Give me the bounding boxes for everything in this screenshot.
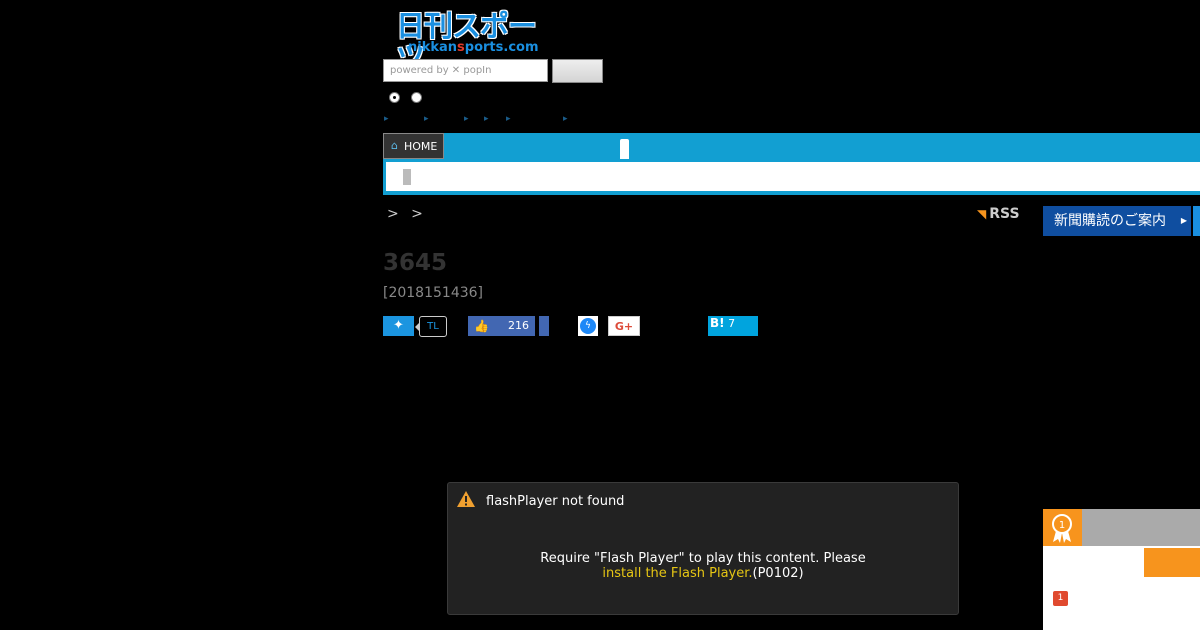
site-logo[interactable]: 日刊スポーツ nikkansports.com xyxy=(396,10,552,74)
award-ribbon-icon: 1 xyxy=(1052,514,1072,543)
hatena-bookmark-button[interactable]: B! 7 xyxy=(708,316,758,336)
nav-marker: ▸ xyxy=(484,114,489,124)
hatena-icon: B! xyxy=(710,316,725,330)
nav-home-tab[interactable]: ⌂ HOME xyxy=(383,133,444,159)
flash-error-dialog: flashPlayer not found Require "Flash Pla… xyxy=(447,482,959,615)
install-flash-link[interactable]: install the Flash Player. xyxy=(602,566,752,581)
ranking-header: 1 xyxy=(1043,509,1082,546)
flash-dialog-title: flashPlayer not found xyxy=(486,494,625,509)
rss-link[interactable]: ◥ RSS xyxy=(977,205,1020,223)
twitter-bird-icon: ✦ xyxy=(393,318,404,333)
nav-home-label: HOME xyxy=(404,140,438,153)
facebook-like-count: 216 xyxy=(508,319,529,332)
article-date: [2018151436] xyxy=(383,285,483,301)
rss-icon: ◥ xyxy=(977,207,987,221)
breadcrumb[interactable]: > > xyxy=(387,205,427,223)
facebook-like-button[interactable]: 👍 216 xyxy=(468,316,535,336)
search-button[interactable] xyxy=(552,59,603,83)
flash-dialog-message: Require "Flash Player" to play this cont… xyxy=(448,551,958,581)
subscription-side-button[interactable] xyxy=(1193,206,1200,236)
nav-marker: ▸ xyxy=(424,114,429,124)
search-input[interactable]: powered by ✕ popIn xyxy=(383,59,548,82)
twitter-count[interactable]: TL xyxy=(415,316,447,337)
article-title: 3645 xyxy=(383,250,448,276)
googleplus-share-button[interactable]: G+ xyxy=(608,316,640,336)
nav-marker: ▸ xyxy=(506,114,511,124)
sub-nav-marker xyxy=(403,169,411,185)
home-icon: ⌂ xyxy=(391,139,398,152)
ranking-tab-active[interactable] xyxy=(1144,548,1200,577)
flash-message-text: Require "Flash Player" to play this cont… xyxy=(540,551,866,566)
thumbs-up-icon: 👍 xyxy=(474,319,489,333)
ranking-tabs[interactable] xyxy=(1082,509,1200,546)
nav-marker: ▸ xyxy=(563,114,568,124)
facebook-share-button[interactable] xyxy=(539,316,549,336)
search-scope-radio-web[interactable] xyxy=(411,92,422,103)
svg-text:1: 1 xyxy=(1059,520,1065,531)
search-scope-radio-site[interactable] xyxy=(389,92,400,103)
main-nav-bar xyxy=(383,133,1200,159)
nav-marker: ▸ xyxy=(384,114,389,124)
hatena-count: 7 xyxy=(728,317,736,330)
warning-icon xyxy=(457,491,475,507)
rss-label: RSS xyxy=(989,206,1020,222)
messenger-share-button[interactable]: ϟ xyxy=(578,316,598,336)
messenger-icon: ϟ xyxy=(580,318,596,334)
subscription-button[interactable]: 新聞購読のご案内 ▶ xyxy=(1043,206,1191,236)
subscription-button-label: 新聞購読のご案内 xyxy=(1054,213,1166,229)
ranking-number-badge: 1 xyxy=(1053,591,1068,606)
sub-nav-panel xyxy=(386,162,1200,191)
nav-marker: ▸ xyxy=(464,114,469,124)
twitter-share-button[interactable]: ✦ xyxy=(383,316,414,336)
flash-error-code: (P0102) xyxy=(752,566,804,581)
logo-sub-text: nikkansports.com xyxy=(408,40,539,55)
chevron-right-icon: ▶ xyxy=(1180,216,1187,225)
